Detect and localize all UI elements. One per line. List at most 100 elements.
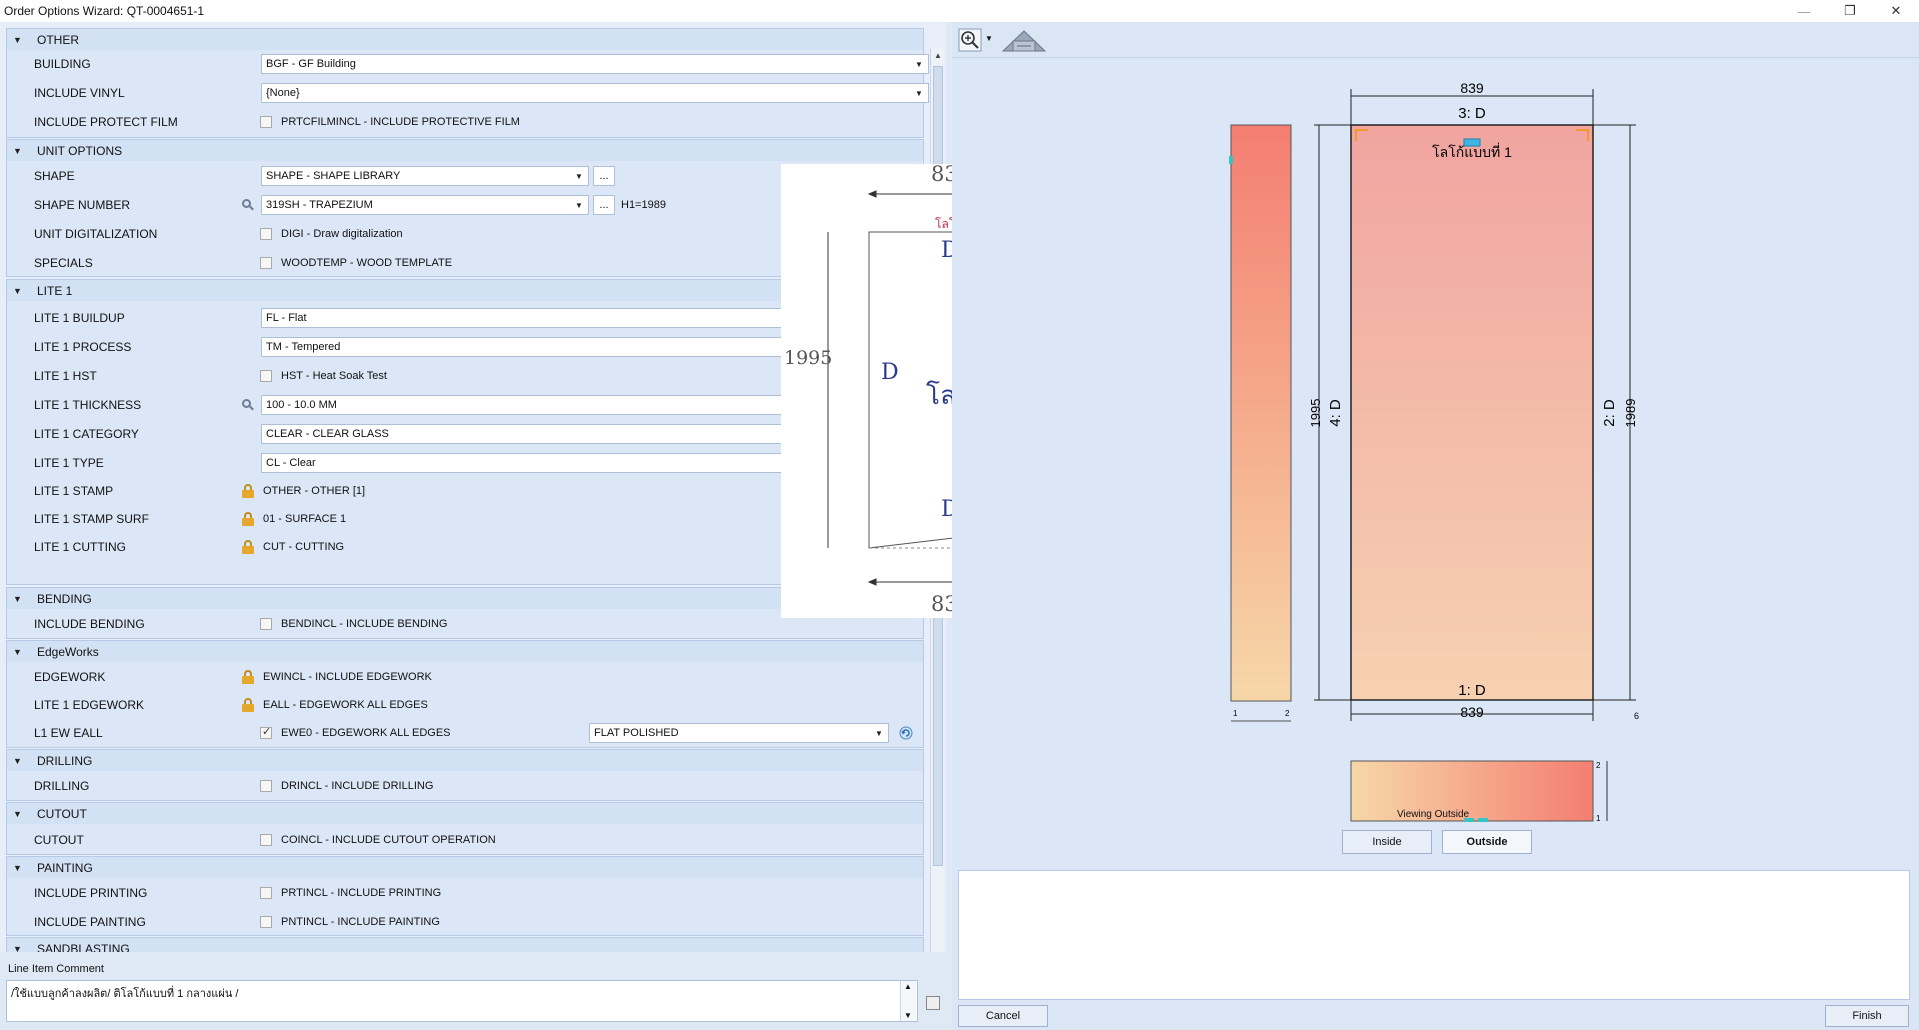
section-drilling-header[interactable]: ▼ DRILLING <box>6 749 924 771</box>
collapse-icon[interactable]: ▼ <box>13 594 27 604</box>
lite1-process-select[interactable]: TM - Tempered <box>261 337 791 357</box>
lite1-buildup-select[interactable]: FL - Flat <box>261 308 791 328</box>
lite1-type-label: LITE 1 TYPE <box>34 456 104 470</box>
include-vinyl-select[interactable]: {None} ▼ <box>261 83 929 103</box>
lite1-process-value: TM - Tempered <box>266 341 341 353</box>
dropdown-arrow-icon[interactable]: ▼ <box>570 196 588 214</box>
notes-icon[interactable] <box>926 996 940 1010</box>
edge-label-right: 2: D <box>1601 399 1618 427</box>
section-title: LITE 1 <box>37 283 73 298</box>
finish-button[interactable]: Finish <box>1825 1005 1909 1027</box>
scroll-up-icon[interactable]: ▲ <box>931 48 945 62</box>
lite1-category-select[interactable]: CLEAR - CLEAR GLASS <box>261 424 791 444</box>
comment-scrollbar[interactable]: ▲ ▼ <box>900 981 916 1021</box>
notes-area[interactable] <box>958 870 1910 1000</box>
dropdown-arrow-icon[interactable]: ▼ <box>870 724 888 742</box>
include-protect-film-label: INCLUDE PROTECT FILM <box>34 115 178 129</box>
section-sandblasting-header[interactable]: ▼ SANDBLASTING <box>6 937 924 952</box>
dropdown-arrow-icon[interactable]: ▼ <box>570 167 588 185</box>
include-painting-label: INCLUDE PAINTING <box>34 915 146 929</box>
edge-finish-select[interactable]: FLAT POLISHED ▼ <box>589 723 889 743</box>
shape-number-label: SHAPE NUMBER <box>34 198 131 212</box>
include-protect-film-checkbox[interactable] <box>260 116 272 128</box>
window-title: Order Options Wizard: QT-0004651-1 <box>4 4 205 18</box>
edgework-label: EDGEWORK <box>34 670 106 684</box>
drilling-checkbox[interactable] <box>260 780 272 792</box>
collapse-icon[interactable]: ▼ <box>13 863 27 873</box>
lock-icon <box>242 512 254 526</box>
scroll-up-icon[interactable]: ▲ <box>904 982 912 991</box>
shape-number-select[interactable]: 319SH - TRAPEZIUM ▼ <box>261 195 589 215</box>
include-printing-checkbox[interactable] <box>260 887 272 899</box>
lite1-edgework-value: EALL - EDGEWORK ALL EDGES <box>263 699 428 711</box>
collapse-icon[interactable]: ▼ <box>13 286 27 296</box>
corner-dimension: 6 <box>1634 711 1639 721</box>
include-bending-checkbox[interactable] <box>260 618 272 630</box>
section-title: PAINTING <box>37 860 93 875</box>
lite1-hst-label: LITE 1 HST <box>34 369 97 383</box>
comment-label: Line Item Comment <box>8 963 104 975</box>
section-edgeworks-header[interactable]: ▼ EdgeWorks <box>6 640 924 662</box>
zoom-icon[interactable] <box>958 28 982 52</box>
collapse-icon[interactable]: ▼ <box>13 756 27 766</box>
include-painting-checkbox[interactable] <box>260 916 272 928</box>
row-l1-ew-eall: L1 EW EALL EWE0 - EDGEWORK ALL EDGES FLA… <box>6 719 924 747</box>
section-cutout-header[interactable]: ▼ CUTOUT <box>6 802 924 824</box>
close-button[interactable]: ✕ <box>1873 0 1919 22</box>
row-cutout: CUTOUT COINCL - INCLUDE CUTOUT OPERATION <box>6 826 924 854</box>
lite1-cutting-value: CUT - CUTTING <box>263 541 345 553</box>
include-vinyl-label: INCLUDE VINYL <box>34 86 125 100</box>
section-unit-options-header[interactable]: ▼ UNIT OPTIONS <box>6 139 924 161</box>
row-edgework: EDGEWORK EWINCL - INCLUDE EDGEWORK <box>6 663 924 691</box>
building-label: BUILDING <box>34 57 91 71</box>
edge-finish-value: FLAT POLISHED <box>594 727 679 739</box>
lite1-stamp-value: OTHER - OTHER [1] <box>263 485 366 497</box>
lite1-type-value: CL - Clear <box>266 457 316 469</box>
lite1-thickness-select[interactable]: 100 - 10.0 MM <box>261 395 791 415</box>
shape-number-browse-button[interactable]: ... <box>593 195 615 215</box>
cutout-checkbox[interactable] <box>260 834 272 846</box>
lite1-category-label: LITE 1 CATEGORY <box>34 427 139 441</box>
shape-browse-button[interactable]: ... <box>593 166 615 186</box>
scroll-down-icon[interactable]: ▼ <box>904 1011 912 1020</box>
row-building: BUILDING BGF - GF Building ▼ <box>6 50 929 78</box>
section-title: SANDBLASTING <box>37 941 130 953</box>
edge-label-bottom: 1: D <box>1458 682 1486 699</box>
search-icon[interactable] <box>242 399 254 411</box>
collapse-icon[interactable]: ▼ <box>13 146 27 156</box>
search-icon[interactable] <box>242 199 254 211</box>
collapse-icon[interactable]: ▼ <box>13 809 27 819</box>
refresh-icon[interactable] <box>899 726 913 740</box>
viewing-side-label: Viewing Outside <box>1397 809 1470 820</box>
lite1-type-select[interactable]: CL - Clear <box>261 453 791 473</box>
section-other-header[interactable]: ▼ OTHER <box>6 28 924 50</box>
dropdown-arrow-icon[interactable]: ▼ <box>910 55 928 73</box>
comment-textarea[interactable]: /ใช้แบบลูกค้าลงผลิต/ ติโลโก้แบบที่ 1 กลา… <box>6 980 918 1022</box>
shape-value: SHAPE - SHAPE LIBRARY <box>266 170 401 182</box>
outside-view-button[interactable]: Outside <box>1442 830 1532 854</box>
minimize-button[interactable]: — <box>1781 0 1827 22</box>
l1-ew-eall-text: EWE0 - EDGEWORK ALL EDGES <box>281 727 451 739</box>
unit-digitalization-checkbox[interactable] <box>260 228 272 240</box>
lite1-stamp-label: LITE 1 STAMP <box>34 484 114 498</box>
building-select[interactable]: BGF - GF Building ▼ <box>261 54 929 74</box>
section-painting-header[interactable]: ▼ PAINTING <box>6 856 924 878</box>
l1-ew-eall-checkbox[interactable] <box>260 725 272 739</box>
bottom-mark-bottom: 1 <box>1596 814 1601 823</box>
maximize-button[interactable]: ❐ <box>1827 0 1873 22</box>
cancel-button[interactable]: Cancel <box>958 1005 1048 1027</box>
dropdown-arrow-icon[interactable]: ▼ <box>910 84 928 102</box>
collapse-icon[interactable]: ▼ <box>13 944 27 953</box>
collapse-icon[interactable]: ▼ <box>13 647 27 657</box>
shape-number-value: 319SH - TRAPEZIUM <box>266 199 373 211</box>
bottom-mark-top: 2 <box>1596 761 1601 770</box>
collapse-icon[interactable]: ▼ <box>13 35 27 45</box>
zoom-dropdown-icon[interactable]: ▼ <box>985 34 993 43</box>
shape-select[interactable]: SHAPE - SHAPE LIBRARY ▼ <box>261 166 589 186</box>
inside-view-button[interactable]: Inside <box>1342 830 1432 854</box>
shape-label: SHAPE <box>34 169 75 183</box>
specials-checkbox[interactable] <box>260 257 272 269</box>
lite1-hst-checkbox[interactable] <box>260 370 272 382</box>
l1-ew-eall-label: L1 EW EALL <box>34 726 103 740</box>
view-mode-icon[interactable] <box>999 27 1049 53</box>
